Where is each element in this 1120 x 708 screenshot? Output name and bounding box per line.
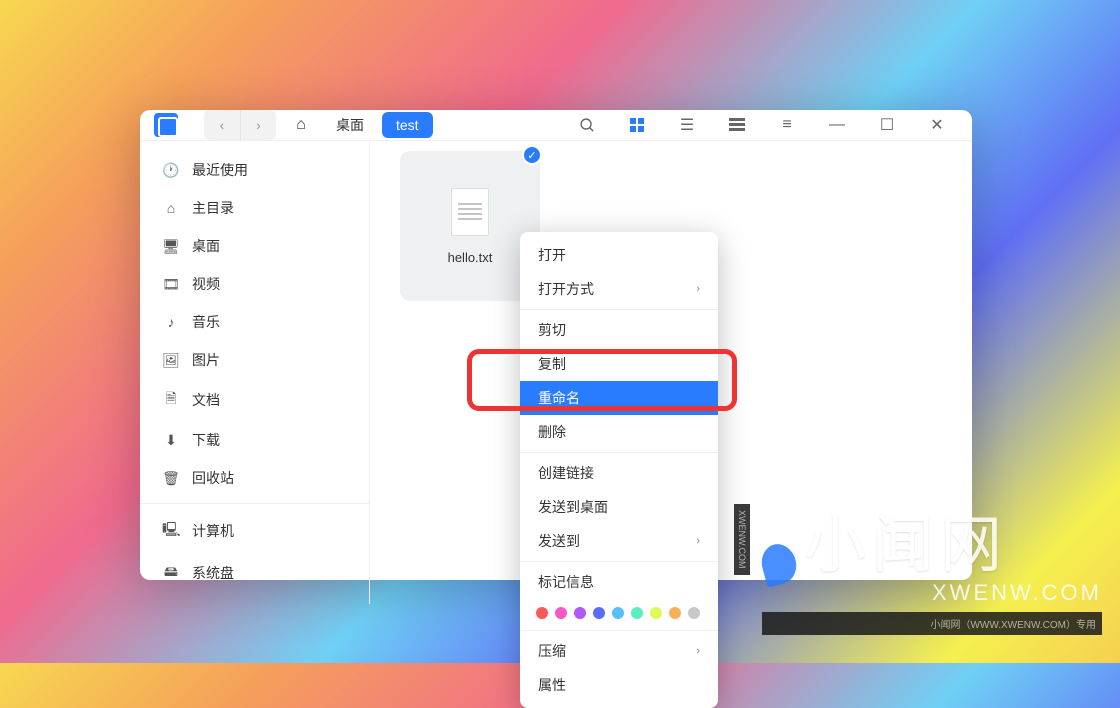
forward-button[interactable]: ›: [240, 110, 276, 140]
sidebar-item-home[interactable]: ⌂ 主目录: [140, 189, 369, 227]
menu-open-with[interactable]: 打开方式›: [520, 272, 718, 306]
desktop-icon: 🖥: [162, 238, 180, 255]
menu-rename[interactable]: 重命名: [520, 381, 718, 415]
home-icon: ⌂: [162, 200, 180, 216]
menu-properties[interactable]: 属性: [520, 668, 718, 702]
color-tag-dot[interactable]: [612, 607, 624, 619]
color-tag-dot[interactable]: [688, 607, 700, 619]
menu-open[interactable]: 打开: [520, 238, 718, 272]
disk-icon: 🖴: [162, 561, 180, 585]
search-icon[interactable]: [570, 110, 604, 140]
color-tag-dot[interactable]: [555, 607, 567, 619]
color-tag-dot[interactable]: [574, 607, 586, 619]
breadcrumb-parent[interactable]: 桌面: [326, 115, 374, 135]
sidebar-item-downloads[interactable]: ⬇ 下载: [140, 421, 369, 459]
picture-icon: 🖼: [162, 352, 180, 369]
trash-icon: 🗑: [162, 470, 180, 487]
computer-icon: 🖳: [162, 519, 180, 543]
color-tag-dot[interactable]: [669, 607, 681, 619]
sidebar-item-computer[interactable]: 🖳 计算机: [140, 510, 369, 552]
menu-copy[interactable]: 复制: [520, 347, 718, 381]
minimize-button[interactable]: —: [820, 110, 854, 140]
sidebar-item-recent[interactable]: 🕐 最近使用: [140, 151, 369, 189]
watermark-side: XWENW.COM: [734, 504, 750, 575]
watermark-brand: 小闻网: [762, 494, 1102, 584]
document-icon: 🗎: [162, 388, 180, 412]
sidebar-item-video[interactable]: 🎞 视频: [140, 265, 369, 303]
color-tag-dot[interactable]: [536, 607, 548, 619]
breadcrumb-current[interactable]: test: [382, 112, 433, 138]
sidebar-item-pictures[interactable]: 🖼 图片: [140, 341, 369, 379]
maximize-button[interactable]: ☐: [870, 110, 904, 140]
sidebar-item-label: 音乐: [192, 312, 220, 332]
sidebar-item-label: 计算机: [192, 521, 234, 541]
sidebar: 🕐最近使用 ⌂主目录 🖥桌面 🎞视频 ♪音乐 🖼图片 🗎文档 ⬇下载 🗑回收站 …: [140, 141, 370, 604]
sidebar-item-label: 文档: [192, 390, 220, 410]
chevron-right-icon: ›: [696, 645, 700, 657]
view-list-icon[interactable]: ☰: [670, 110, 704, 140]
check-icon: ✓: [522, 145, 542, 165]
view-grid-icon[interactable]: [620, 110, 654, 140]
menu-create-link[interactable]: 创建链接: [520, 456, 718, 490]
app-icon: [154, 113, 178, 137]
sidebar-item-label: 最近使用: [192, 160, 248, 180]
context-menu: 打开 打开方式› 剪切 复制 重命名 删除 创建链接 发送到桌面 发送到› 标记…: [520, 232, 718, 708]
color-tag-dot[interactable]: [650, 607, 662, 619]
sidebar-item-label: 桌面: [192, 236, 220, 256]
back-button[interactable]: ‹: [204, 110, 240, 140]
text-file-icon: [451, 188, 489, 236]
sidebar-item-systemdisk[interactable]: 🖴 系统盘: [140, 552, 369, 594]
drop-icon: [757, 540, 800, 587]
sidebar-item-label: 主目录: [192, 198, 234, 218]
menu-send-to[interactable]: 发送到›: [520, 524, 718, 558]
sidebar-item-label: 系统盘: [192, 563, 234, 583]
sidebar-item-label: 回收站: [192, 468, 234, 488]
menu-tag-info[interactable]: 标记信息: [520, 565, 718, 599]
sidebar-item-label: 下载: [192, 430, 220, 450]
view-columns-icon[interactable]: [720, 110, 754, 140]
sidebar-item-label: 视频: [192, 274, 220, 294]
sidebar-item-trash[interactable]: 🗑 回收站: [140, 459, 369, 497]
close-button[interactable]: ✕: [920, 110, 954, 140]
download-icon: ⬇: [162, 432, 180, 449]
menu-delete[interactable]: 删除: [520, 415, 718, 449]
sidebar-item-label: 图片: [192, 350, 220, 370]
menu-icon[interactable]: ≡: [770, 110, 804, 140]
file-name-label: hello.txt: [448, 250, 493, 265]
watermark-footer: 小闻网（WWW.XWENW.COM）专用: [762, 612, 1102, 635]
menu-send-desktop[interactable]: 发送到桌面: [520, 490, 718, 524]
clock-icon: 🕐: [162, 162, 180, 179]
sidebar-item-desktop[interactable]: 🖥 桌面: [140, 227, 369, 265]
home-button[interactable]: ⌂: [284, 110, 318, 140]
menu-color-tags: [520, 599, 718, 627]
music-icon: ♪: [162, 314, 180, 330]
sidebar-item-music[interactable]: ♪ 音乐: [140, 303, 369, 341]
video-icon: 🎞: [162, 276, 180, 293]
sidebar-item-documents[interactable]: 🗎 文档: [140, 379, 369, 421]
watermark: XWENW.COM 小闻网 XWENW.COM 小闻网（WWW.XWENW.CO…: [762, 494, 1102, 635]
chevron-right-icon: ›: [696, 535, 700, 547]
menu-cut[interactable]: 剪切: [520, 313, 718, 347]
color-tag-dot[interactable]: [631, 607, 643, 619]
color-tag-dot[interactable]: [593, 607, 605, 619]
chevron-right-icon: ›: [696, 283, 700, 295]
file-item[interactable]: ✓ hello.txt: [400, 151, 540, 301]
titlebar: ‹ › ⌂ 桌面 test ☰ ≡ — ☐ ✕: [140, 110, 972, 141]
